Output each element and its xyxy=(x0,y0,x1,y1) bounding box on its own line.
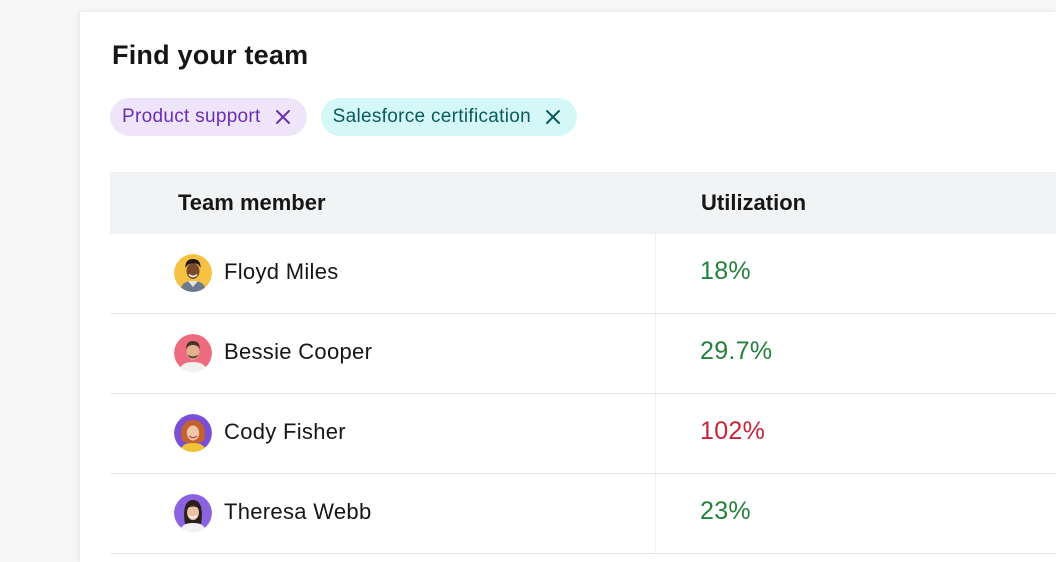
member-name: Theresa Webb xyxy=(224,499,372,524)
filter-tag-label: Product support xyxy=(122,106,261,127)
table-row[interactable]: Theresa Webb 23% xyxy=(110,474,1056,554)
page-title: Find your team xyxy=(112,40,309,70)
filter-tag-salesforce-certification: Salesforce certification xyxy=(320,98,577,136)
table-row[interactable]: Bessie Cooper 29.7% xyxy=(110,314,1056,394)
member-name: Bessie Cooper xyxy=(224,339,373,364)
utilization-value: 102% xyxy=(700,417,766,445)
table-row[interactable]: Cody Fisher 102% xyxy=(110,394,1056,474)
close-icon[interactable] xyxy=(273,107,293,127)
find-team-panel: Find your team Product support Salesforc… xyxy=(80,12,1056,562)
close-icon[interactable] xyxy=(543,107,563,127)
table-row[interactable]: Floyd Miles 18% xyxy=(110,234,1056,314)
member-name: Cody Fisher xyxy=(224,419,346,444)
utilization-value: 18% xyxy=(700,257,751,285)
column-divider xyxy=(655,474,656,553)
column-divider xyxy=(655,314,656,393)
avatar xyxy=(174,254,212,292)
avatar xyxy=(174,414,212,452)
member-name: Floyd Miles xyxy=(224,259,339,284)
avatar xyxy=(174,494,212,532)
filter-tag-label: Salesforce certification xyxy=(332,106,531,127)
utilization-value: 23% xyxy=(700,497,751,525)
team-table: Team member Utilization Floyd Miles 18% xyxy=(110,172,1056,554)
table-header: Team member Utilization xyxy=(110,172,1056,234)
column-divider xyxy=(655,234,656,313)
column-header-utilization[interactable]: Utilization xyxy=(701,190,806,216)
filter-tags: Product support Salesforce certification xyxy=(110,98,577,136)
filter-tag-product-support: Product support xyxy=(110,98,307,136)
avatar xyxy=(174,334,212,372)
column-divider xyxy=(655,394,656,473)
column-header-team-member[interactable]: Team member xyxy=(178,190,326,216)
utilization-value: 29.7% xyxy=(700,337,773,365)
